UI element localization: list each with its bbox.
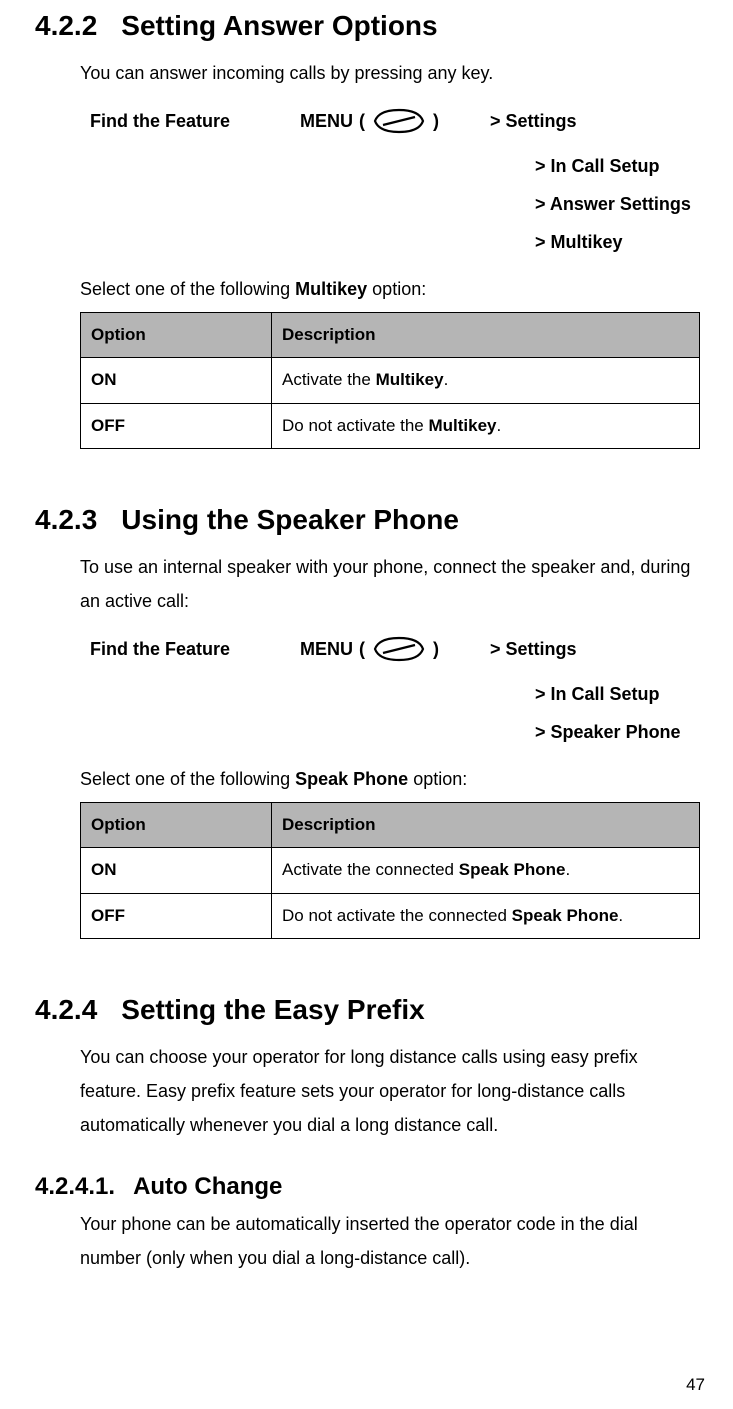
table-header: Description <box>272 312 700 357</box>
text: . <box>618 906 623 925</box>
section-heading: 4.2.3 Using the Speaker Phone <box>35 504 698 536</box>
text: . <box>444 370 449 389</box>
section-intro: To use an internal speaker with your pho… <box>80 550 698 618</box>
section-body: You can answer incoming calls by pressin… <box>80 56 698 449</box>
text: Select one of the following <box>80 279 295 299</box>
option-desc: Activate the Multikey. <box>272 358 700 403</box>
table-row: OFF Do not activate the Multikey. <box>81 403 700 448</box>
table-header-row: Option Description <box>81 803 700 848</box>
text-bold: Speak Phone <box>295 769 408 789</box>
subsection-title: Auto Change <box>133 1173 282 1201</box>
find-feature-label: Find the Feature <box>80 632 300 666</box>
section-body: To use an internal speaker with your pho… <box>80 550 698 939</box>
text: . <box>497 416 502 435</box>
text: Select one of the following <box>80 769 295 789</box>
section-title: Setting Answer Options <box>121 10 437 42</box>
close-paren: ) <box>433 104 439 138</box>
option-desc: Do not activate the Multikey. <box>272 403 700 448</box>
options-table: Option Description ON Activate the conne… <box>80 802 700 939</box>
option-name: OFF <box>81 403 272 448</box>
section-intro: You can answer incoming calls by pressin… <box>80 56 698 90</box>
select-instruction: Select one of the following Multikey opt… <box>80 272 698 306</box>
menu-word: MENU <box>300 632 353 666</box>
text: . <box>566 860 571 879</box>
page-number: 47 <box>686 1375 705 1395</box>
section-body: You can choose your operator for long di… <box>80 1040 698 1143</box>
find-feature-row: Find the Feature MENU ( ) > Settings <box>80 632 698 666</box>
section-number: 4.2.3 <box>35 504 97 536</box>
section-intro: You can choose your operator for long di… <box>80 1040 698 1143</box>
option-desc: Do not activate the connected Speak Phon… <box>272 893 700 938</box>
nav-step: > Settings <box>490 632 690 666</box>
menu-label: MENU ( ) <box>300 632 490 666</box>
find-feature-row: Find the Feature MENU ( ) > Settings <box>80 104 698 138</box>
options-table: Option Description ON Activate the Multi… <box>80 312 700 449</box>
nav-step: > Speaker Phone <box>535 714 698 752</box>
nav-step: > In Call Setup <box>535 676 698 714</box>
option-name: OFF <box>81 893 272 938</box>
text: Do not activate the <box>282 416 428 435</box>
section-title: Setting the Easy Prefix <box>121 994 424 1026</box>
table-header: Option <box>81 312 272 357</box>
subsection-heading: 4.2.4.1. Auto Change <box>35 1173 698 1201</box>
nav-steps: > In Call Setup > Answer Settings > Mult… <box>535 148 698 261</box>
nav-step: > Multikey <box>535 224 698 262</box>
text-bold: Multikey <box>295 279 367 299</box>
text: option: <box>408 769 467 789</box>
nav-step: > Answer Settings <box>535 186 698 224</box>
table-header-row: Option Description <box>81 312 700 357</box>
menu-label: MENU ( ) <box>300 104 490 138</box>
text: Do not activate the connected <box>282 906 512 925</box>
subsection-body: Your phone can be automatically inserted… <box>80 1207 698 1275</box>
text-bold: Speak Phone <box>459 860 566 879</box>
option-name: ON <box>81 848 272 893</box>
table-row: ON Activate the Multikey. <box>81 358 700 403</box>
table-header: Option <box>81 803 272 848</box>
nav-steps: > In Call Setup > Speaker Phone <box>535 676 698 752</box>
open-paren: ( <box>359 104 365 138</box>
menu-key-icon <box>371 635 427 663</box>
section-number: 4.2.4 <box>35 994 97 1026</box>
table-row: ON Activate the connected Speak Phone. <box>81 848 700 893</box>
text-bold: Multikey <box>428 416 496 435</box>
table-header: Description <box>272 803 700 848</box>
menu-key-icon <box>371 107 427 135</box>
manual-page: 4.2.2 Setting Answer Options You can ans… <box>0 10 733 1409</box>
text-bold: Multikey <box>376 370 444 389</box>
subsection-number: 4.2.4.1. <box>35 1173 115 1201</box>
nav-step: > Settings <box>490 104 690 138</box>
option-desc: Activate the connected Speak Phone. <box>272 848 700 893</box>
select-instruction: Select one of the following Speak Phone … <box>80 762 698 796</box>
text-bold: Speak Phone <box>512 906 619 925</box>
section-number: 4.2.2 <box>35 10 97 42</box>
section-title: Using the Speaker Phone <box>121 504 459 536</box>
open-paren: ( <box>359 632 365 666</box>
text: Activate the connected <box>282 860 459 879</box>
section-heading: 4.2.4 Setting the Easy Prefix <box>35 994 698 1026</box>
nav-step: > In Call Setup <box>535 148 698 186</box>
subsection-intro: Your phone can be automatically inserted… <box>80 1207 698 1275</box>
text: Activate the <box>282 370 376 389</box>
text: option: <box>367 279 426 299</box>
table-row: OFF Do not activate the connected Speak … <box>81 893 700 938</box>
find-feature-label: Find the Feature <box>80 104 300 138</box>
close-paren: ) <box>433 632 439 666</box>
section-heading: 4.2.2 Setting Answer Options <box>35 10 698 42</box>
menu-word: MENU <box>300 104 353 138</box>
option-name: ON <box>81 358 272 403</box>
